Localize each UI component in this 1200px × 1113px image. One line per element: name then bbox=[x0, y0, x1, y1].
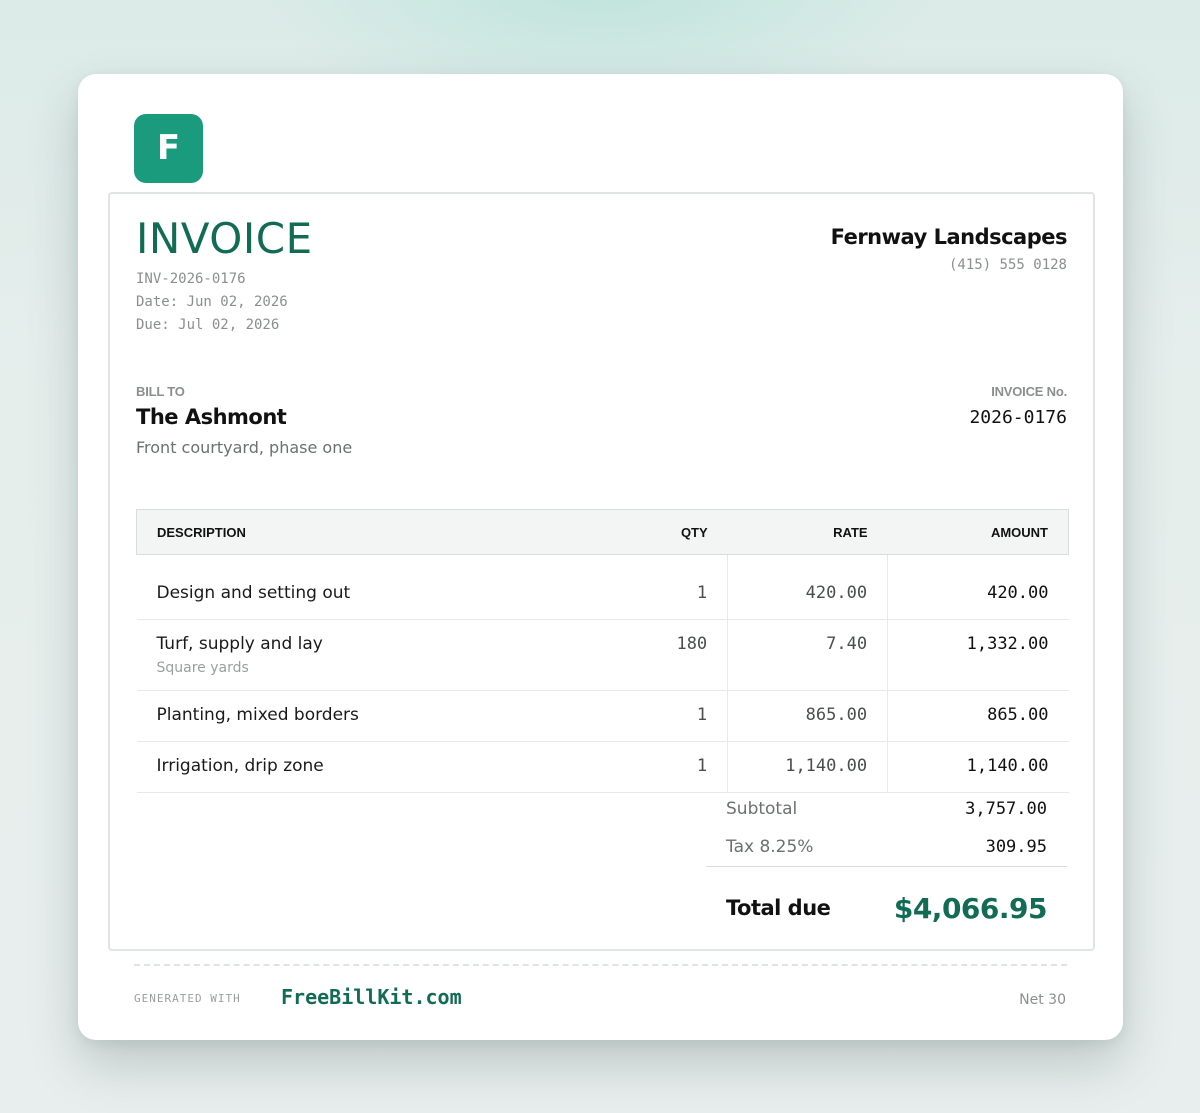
item-amount: 865.00 bbox=[887, 690, 1069, 742]
table-row: Turf, supply and lay Square yards 180 7.… bbox=[136, 619, 1069, 691]
invoice-meta: INV-2026-0176 Date: Jun 02, 2026 Due: Ju… bbox=[136, 268, 288, 337]
item-description: Design and setting out bbox=[156, 583, 351, 603]
column-header-amount: AMOUNT bbox=[887, 509, 1069, 555]
total-due-value: $4,066.95 bbox=[893, 891, 1048, 925]
tax-row: Tax 8.25% 309.95 bbox=[706, 828, 1067, 866]
item-amount: 420.00 bbox=[887, 569, 1069, 620]
company-block: Fernway Landscapes (415) 555 0128 bbox=[830, 225, 1068, 273]
generator-brand-link[interactable]: FreeBillKit.com bbox=[281, 985, 462, 1009]
table-spacer bbox=[137, 554, 1069, 569]
table-header-row: DESCRIPTION QTY RATE AMOUNT bbox=[135, 509, 1069, 555]
bill-to-note: Front courtyard, phase one bbox=[136, 438, 353, 457]
item-qty: 1 bbox=[587, 741, 728, 793]
column-header-description: DESCRIPTION bbox=[135, 509, 588, 555]
subtotal-label: Subtotal bbox=[726, 799, 798, 819]
bill-to-name: The Ashmont bbox=[136, 405, 287, 429]
item-description-cell: Irrigation, drip zone bbox=[136, 741, 588, 793]
item-sub-description: Square yards bbox=[156, 660, 249, 676]
invoice-date: Date: Jun 02, 2026 bbox=[136, 294, 288, 310]
item-description: Turf, supply and lay bbox=[156, 634, 323, 654]
totals-block: Subtotal 3,757.00 Tax 8.25% 309.95 Total… bbox=[706, 790, 1067, 949]
item-rate: 420.00 bbox=[727, 569, 888, 620]
invoice-title: INVOICE bbox=[136, 214, 313, 263]
table-row: Planting, mixed borders 1 865.00 865.00 bbox=[136, 690, 1069, 742]
invoice-number: 2026-0176 bbox=[969, 407, 1067, 428]
item-qty: 1 bbox=[587, 690, 728, 742]
item-qty: 180 bbox=[587, 619, 728, 691]
invoice-number-block: INVOICE No. 2026-0176 bbox=[969, 384, 1067, 428]
invoice-id: INV-2026-0176 bbox=[136, 271, 246, 287]
item-rate: 1,140.00 bbox=[727, 741, 888, 793]
column-header-rate: RATE bbox=[727, 509, 888, 555]
column-header-qty: QTY bbox=[587, 509, 728, 555]
item-description-cell: Design and setting out bbox=[136, 569, 588, 620]
invoice-sheet: INVOICE INV-2026-0176 Date: Jun 02, 2026… bbox=[108, 192, 1095, 951]
line-items-table: DESCRIPTION QTY RATE AMOUNT Design and s… bbox=[135, 509, 1069, 793]
payment-terms: Net 30 bbox=[1019, 992, 1066, 1008]
subtotal-row: Subtotal 3,757.00 bbox=[706, 790, 1067, 828]
invoice-card: F INVOICE INV-2026-0176 Date: Jun 02, 20… bbox=[78, 74, 1123, 1040]
item-rate: 865.00 bbox=[727, 690, 888, 742]
item-amount: 1,332.00 bbox=[887, 619, 1069, 691]
item-qty: 1 bbox=[587, 569, 728, 620]
company-logo: F bbox=[134, 114, 203, 183]
generated-with-label: GENERATED WITH bbox=[134, 992, 241, 1005]
table-row: Design and setting out 1 420.00 420.00 bbox=[136, 569, 1069, 620]
invoice-due-date: Due: Jul 02, 2026 bbox=[136, 317, 280, 333]
total-due-label: Total due bbox=[726, 896, 831, 920]
item-rate: 7.40 bbox=[727, 619, 888, 691]
tax-value: 309.95 bbox=[985, 837, 1047, 857]
tax-label: Tax 8.25% bbox=[726, 837, 814, 857]
item-description: Irrigation, drip zone bbox=[156, 756, 324, 776]
total-due-row: Total due $4,066.95 bbox=[706, 867, 1067, 949]
bill-to-label: BILL TO bbox=[136, 384, 185, 399]
invoice-number-label: INVOICE No. bbox=[991, 384, 1067, 399]
footer-divider bbox=[134, 964, 1067, 966]
company-name: Fernway Landscapes bbox=[830, 225, 1068, 249]
table-row: Irrigation, drip zone 1 1,140.00 1,140.0… bbox=[136, 741, 1069, 793]
company-phone: (415) 555 0128 bbox=[948, 257, 1067, 273]
item-description-cell: Turf, supply and lay Square yards bbox=[136, 619, 588, 691]
bill-to-block: BILL TO The Ashmont Front courtyard, pha… bbox=[136, 384, 352, 457]
subtotal-value: 3,757.00 bbox=[965, 799, 1047, 819]
item-description-cell: Planting, mixed borders bbox=[136, 690, 588, 742]
item-description: Planting, mixed borders bbox=[156, 705, 359, 725]
item-amount: 1,140.00 bbox=[887, 741, 1069, 793]
